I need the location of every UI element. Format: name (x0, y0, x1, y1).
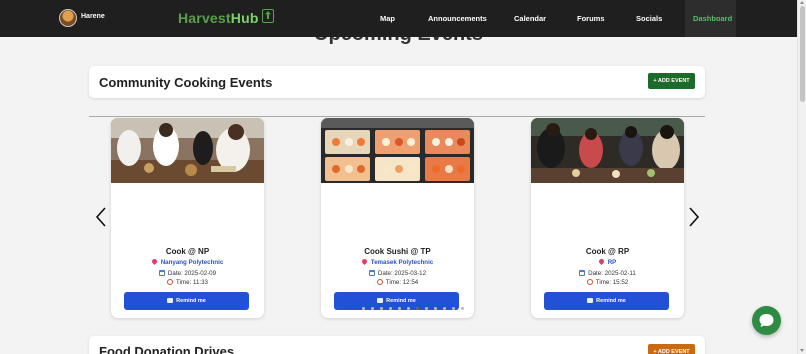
chat-button[interactable] (752, 306, 781, 335)
top-navbar: Harene HarvestHub Map Announcements Cale… (0, 0, 797, 37)
scroll-thumb[interactable] (799, 6, 805, 102)
carousel-dot[interactable] (443, 307, 446, 310)
bell-icon (377, 298, 384, 303)
section-title: Community Cooking Events (99, 75, 273, 90)
cooking-section-header: Community Cooking Events + ADD EVENT (89, 66, 705, 98)
carousel-dot[interactable] (398, 307, 401, 310)
add-event-button[interactable]: + ADD EVENT (648, 344, 695, 354)
page-scrollbar[interactable] (797, 0, 806, 354)
carousel-indicators (362, 307, 464, 310)
event-location: Temasek Polytechnic (321, 257, 474, 266)
carousel-dot[interactable] (461, 307, 464, 310)
carousel-dot[interactable] (407, 307, 410, 310)
nav-link-map[interactable]: Map (380, 14, 395, 23)
event-location-text: Temasek Polytechnic (370, 259, 434, 266)
carousel-dot[interactable] (425, 307, 428, 310)
calendar-icon (579, 270, 586, 276)
brand-logo[interactable]: HarvestHub (178, 10, 259, 26)
section-title: Food Donation Drives (99, 344, 235, 354)
bell-icon (167, 298, 174, 303)
chevron-left-icon (95, 207, 106, 227)
event-card: Cook @ RP RP Date: 2025-02-11 Time: 15:5… (531, 118, 684, 318)
nav-link-forums[interactable]: Forums (577, 14, 605, 23)
add-event-button[interactable]: + ADD EVENT (648, 73, 695, 89)
nav-link-calendar[interactable]: Calendar (514, 14, 546, 23)
nav-link-announcements[interactable]: Announcements (428, 14, 487, 23)
user-avatar[interactable] (59, 9, 77, 27)
remind-me-button[interactable]: Remind me (124, 292, 249, 310)
event-date-text: Date: 2025-03-12 (377, 270, 427, 277)
event-date: Date: 2025-02-09 (111, 270, 264, 277)
section-divider (89, 116, 705, 117)
event-title: Cook @ RP (585, 247, 630, 256)
clock-icon (167, 279, 173, 285)
username[interactable]: Harene (81, 13, 105, 20)
event-photo-cooking (111, 118, 264, 183)
clock-icon (586, 279, 593, 285)
remind-me-label: Remind me (386, 298, 416, 304)
chat-bubble-icon (759, 314, 774, 327)
location-pin-icon (360, 257, 368, 266)
remind-me-label: Remind me (176, 298, 206, 304)
event-card: Cook Sushi @ TP Temasek Polytechnic Date… (321, 118, 474, 318)
upload-icon (262, 9, 274, 23)
event-location-text: RP (607, 259, 617, 266)
carousel-dot[interactable] (371, 307, 374, 310)
location-pin-icon (150, 257, 158, 266)
event-time: Time: 12:54 (321, 279, 474, 286)
carousel-dot[interactable] (389, 307, 392, 310)
scroll-up-arrow-icon[interactable] (800, 1, 804, 4)
carousel-next-button[interactable] (688, 207, 700, 227)
location-pin-icon (597, 257, 605, 266)
scroll-down-arrow-icon[interactable] (800, 349, 804, 352)
event-location: Nanyang Polytechnic (111, 257, 264, 266)
event-time-text: Time: 15:52 (595, 279, 629, 286)
calendar-icon (368, 270, 375, 276)
event-time-text: Time: 12:54 (385, 279, 419, 286)
event-time: Time: 15:52 (531, 279, 684, 286)
brand-text-harvest: Harvest (178, 10, 231, 26)
calendar-icon (158, 270, 165, 276)
nav-link-dashboard[interactable]: Dashboard (693, 14, 732, 23)
event-date: Date: 2025-02-11 (531, 270, 684, 277)
event-location-text: Nanyang Polytechnic (160, 259, 224, 266)
event-title: Cook Sushi @ TP (364, 247, 431, 256)
event-time: Time: 11:33 (111, 279, 264, 286)
carousel-dot[interactable] (380, 307, 383, 310)
carousel-dot[interactable] (452, 307, 455, 310)
brand-text-hub: Hub (230, 10, 259, 26)
carousel-dot[interactable] (362, 307, 365, 310)
chevron-right-icon (689, 207, 700, 227)
remind-me-button[interactable]: Remind me (544, 292, 669, 310)
event-date: Date: 2025-03-12 (321, 270, 474, 277)
event-date-text: Date: 2025-02-09 (167, 270, 217, 277)
nav-link-socials[interactable]: Socials (636, 14, 662, 23)
remind-me-label: Remind me (596, 298, 626, 304)
event-location: RP (531, 257, 684, 266)
event-card: Cook @ NP Nanyang Polytechnic Date: 2025… (111, 118, 264, 318)
event-date-text: Date: 2025-02-11 (588, 270, 636, 277)
bell-icon (587, 298, 594, 303)
carousel-dot[interactable] (416, 307, 419, 310)
event-title: Cook @ NP (165, 247, 210, 256)
clock-icon (376, 279, 383, 285)
carousel-prev-button[interactable] (95, 207, 107, 227)
event-photo-group (531, 118, 684, 183)
event-photo-sushi (321, 118, 474, 183)
carousel-dot[interactable] (434, 307, 437, 310)
event-time-text: Time: 11:33 (176, 279, 208, 286)
donation-section-header: Food Donation Drives + ADD EVENT (89, 336, 705, 354)
